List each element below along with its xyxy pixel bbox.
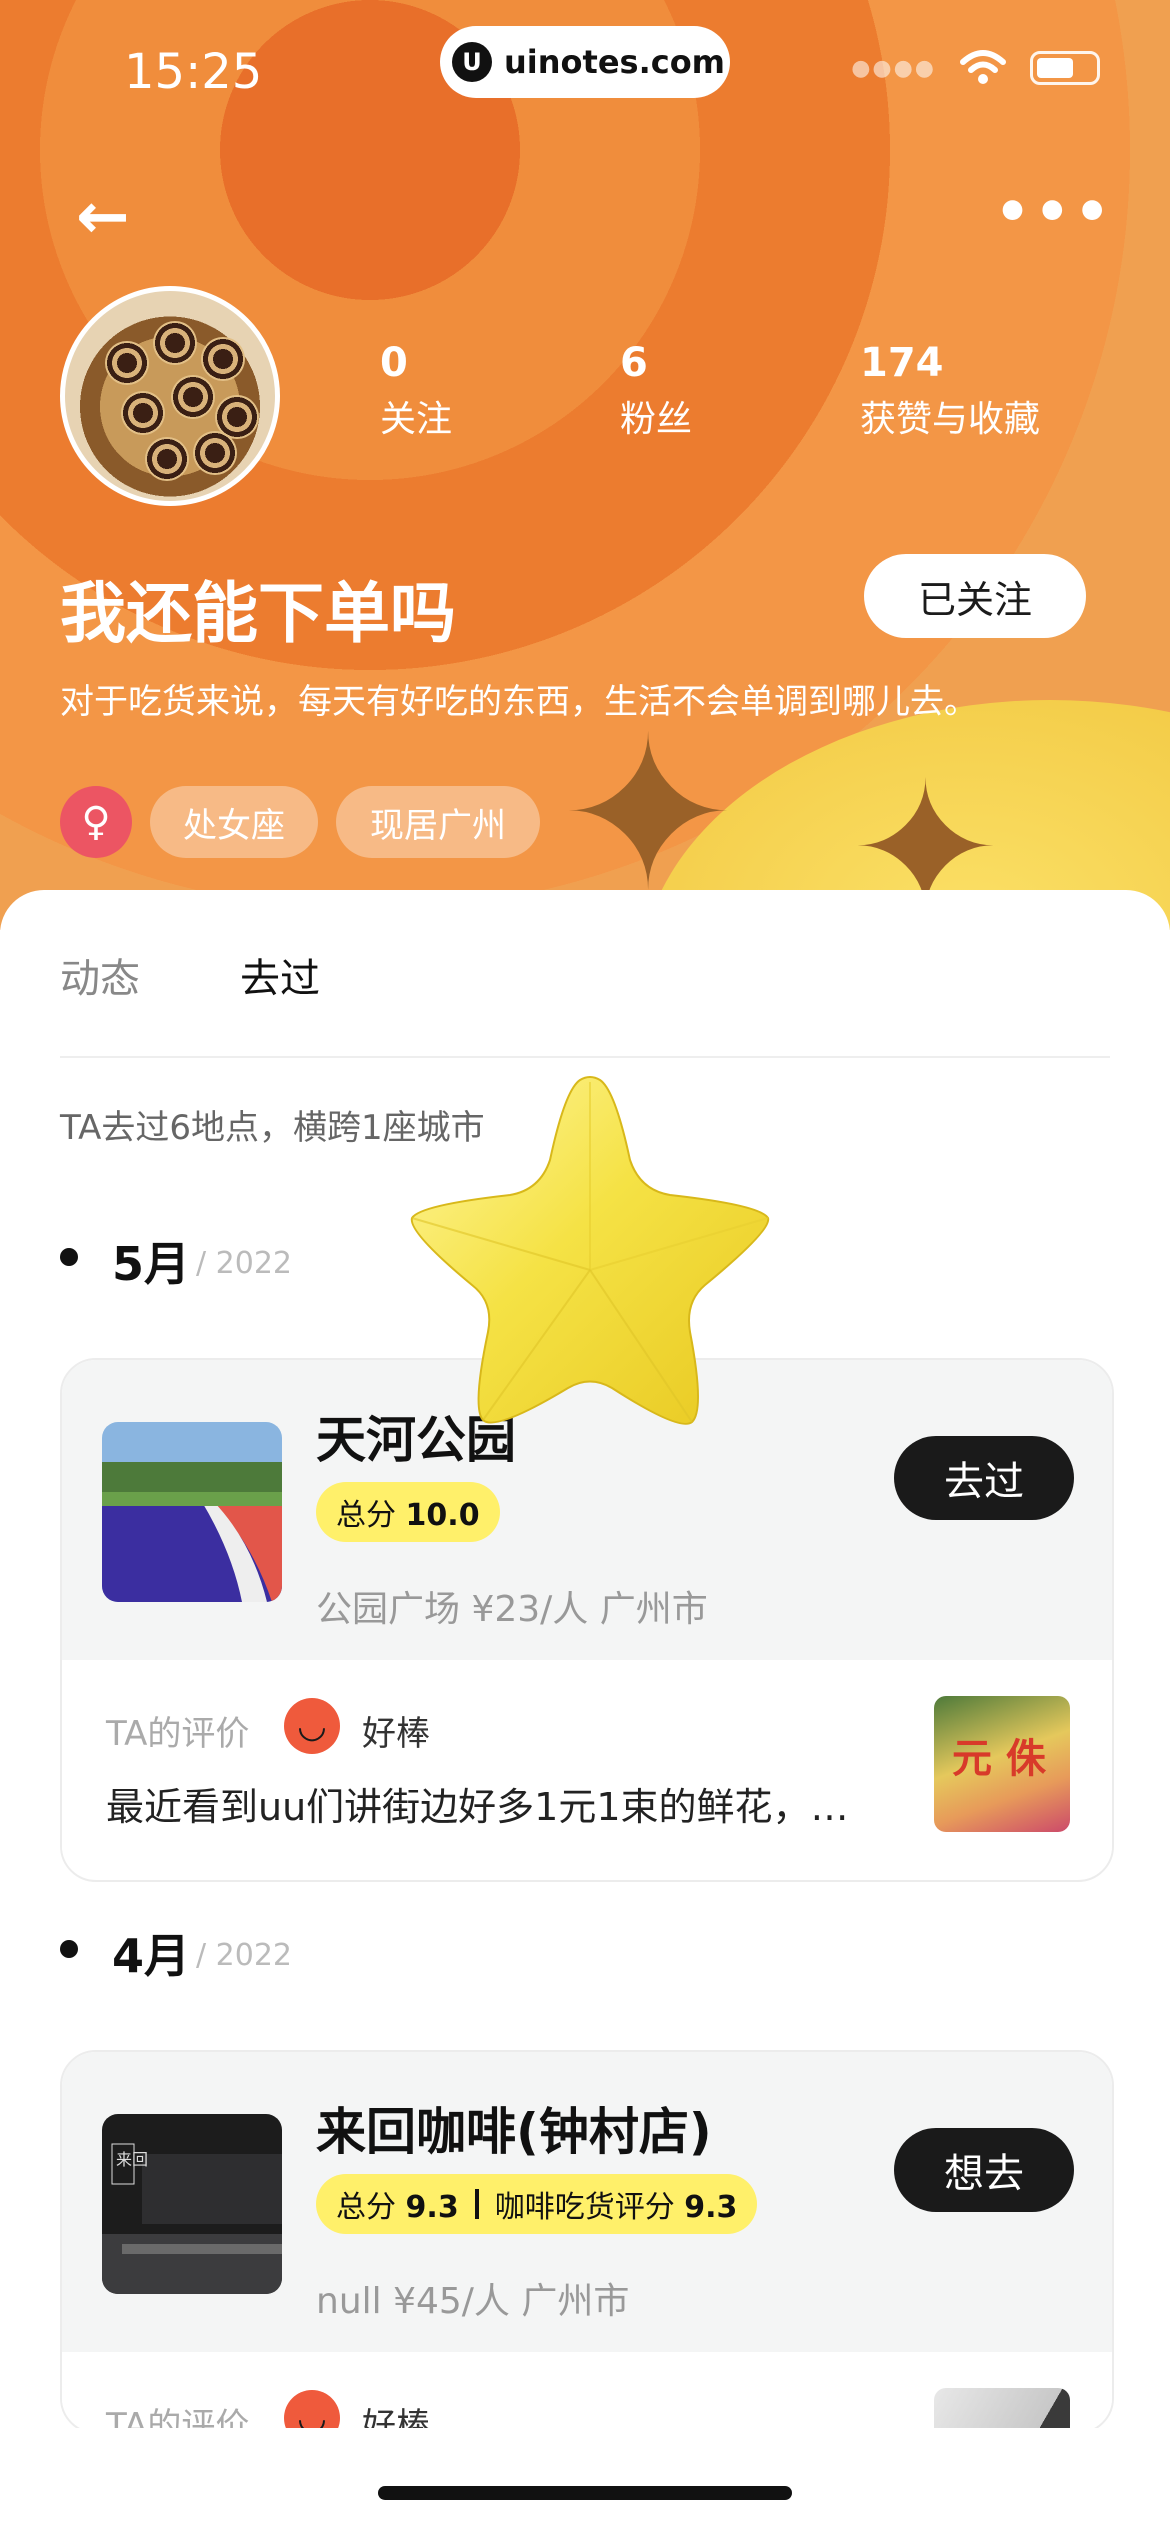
stat-value: 0 — [380, 340, 408, 386]
month-label: 4月 — [112, 1929, 191, 1983]
stat-label: 获赞与收藏 — [860, 399, 1041, 440]
place-meta: null ¥45/人 广州市 — [316, 2281, 630, 2322]
score-text-2: 咖啡吃货评分 9.3 — [494, 2190, 738, 2225]
cafe-sign-text: 来回 — [116, 2150, 149, 2169]
place-card[interactable]: 来回 来回咖啡(钟村店) 总分 9.3 咖啡吃货评分 9.3 null ¥45/… — [60, 2050, 1114, 2434]
divider — [60, 1056, 1110, 1058]
score-badge: 总分 10.0 — [316, 1482, 500, 1542]
score-separator — [474, 2189, 479, 2219]
month-label: 5月 — [112, 1237, 191, 1291]
review-photo[interactable]: 元 侏 — [934, 1696, 1070, 1832]
signal-icon: ●●●● — [851, 55, 936, 81]
status-time: 15:25 — [124, 44, 263, 100]
review-text: 最近看到uu们讲街边好多1元1束的鲜花，… — [106, 1785, 849, 1829]
smile-face-icon: ◡ — [284, 1698, 340, 1754]
review-label: TA的评价 — [106, 1714, 250, 1754]
tag-zodiac: 处女座 — [150, 786, 318, 858]
score-text: 总分 9.3 — [336, 2190, 459, 2225]
back-arrow-icon[interactable]: ← — [76, 180, 130, 254]
stat-likes-collections[interactable]: 174 获赞与收藏 — [860, 340, 1040, 442]
female-gender-icon: ♀ — [60, 786, 132, 858]
battery-icon — [1030, 51, 1100, 85]
visited-button[interactable]: 去过 — [894, 1436, 1074, 1520]
stat-label: 关注 — [380, 399, 453, 440]
more-options-icon[interactable]: ••• — [995, 180, 1114, 245]
wifi-icon — [960, 50, 1006, 84]
timeline-dot — [60, 1940, 78, 1958]
month-year: / 2022 — [196, 1246, 292, 1281]
site-logo-icon: U — [452, 42, 492, 82]
score-badge: 总分 9.3 咖啡吃货评分 9.3 — [316, 2174, 758, 2234]
stat-value: 6 — [620, 340, 648, 386]
place-photo — [102, 1422, 282, 1602]
timeline-dot — [60, 1248, 78, 1266]
avatar[interactable] — [60, 286, 280, 506]
place-title: 来回咖啡(钟村店) — [316, 2103, 712, 2161]
place-photo: 来回 — [102, 2114, 282, 2294]
stat-followers[interactable]: 6 粉丝 — [620, 340, 692, 442]
star-celebration-icon — [410, 1076, 770, 1425]
url-pill[interactable]: U uinotes.com — [440, 26, 730, 98]
sparkle-decoration-icon: ✦ — [560, 692, 736, 930]
home-indicator[interactable] — [378, 2486, 792, 2500]
review-section[interactable]: TA的评价 ◡ 好棒 最近看到uu们讲街边好多1元1束的鲜花，… 元 侏 — [62, 1660, 1112, 1876]
profile-name: 我还能下单吗 — [60, 575, 456, 652]
bottom-safe-area — [0, 2428, 1170, 2532]
want-to-go-button[interactable]: 想去 — [894, 2128, 1074, 2212]
review-rating: 好棒 — [362, 1714, 430, 1754]
tab-posts[interactable]: 动态 — [60, 946, 140, 1004]
place-meta: 公园广场 ¥23/人 广州市 — [316, 1589, 708, 1630]
month-year: / 2022 — [196, 1938, 292, 1973]
score-text: 总分 10.0 — [336, 1498, 480, 1533]
tag-location: 现居广州 — [336, 786, 540, 858]
stat-value: 174 — [860, 340, 944, 386]
review-section[interactable]: TA的评价 ◡ 好棒 — [62, 2352, 1112, 2432]
stat-following[interactable]: 0 关注 — [380, 340, 452, 442]
review-photo-text: 元 侏 — [952, 1736, 1046, 1782]
status-icons: ●●●● — [851, 50, 1100, 86]
stat-label: 粉丝 — [620, 399, 693, 440]
profile-bio: 对于吃货来说，每天有好吃的东西，生活不会单调到哪儿去。 — [60, 682, 978, 722]
following-button[interactable]: 已关注 — [864, 554, 1086, 638]
url-text: uinotes.com — [504, 43, 726, 81]
tab-visited[interactable]: 去过 — [240, 946, 320, 1004]
